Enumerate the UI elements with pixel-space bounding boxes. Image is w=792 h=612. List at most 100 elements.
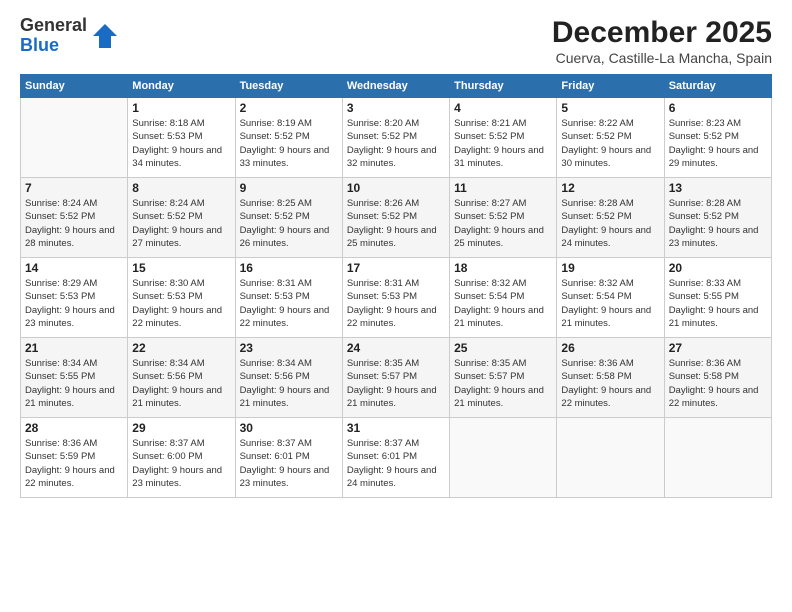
calendar-cell: 1Sunrise: 8:18 AMSunset: 5:53 PMDaylight…	[128, 98, 235, 178]
day-number: 12	[561, 181, 659, 195]
calendar-header-tuesday: Tuesday	[235, 75, 342, 98]
day-number: 9	[240, 181, 338, 195]
day-info: Sunrise: 8:28 AMSunset: 5:52 PMDaylight:…	[561, 197, 659, 250]
calendar-cell: 14 Sunrise: 8:29 AMSunset: 5:53 PMDayligh…	[21, 258, 128, 338]
day-number: 25	[454, 341, 552, 355]
calendar-cell: 27 Sunrise: 8:36 AMSunset: 5:58 PMDayligh…	[664, 338, 771, 418]
day-info: Sunrise: 8:36 AMSunset: 5:58 PMDaylight:…	[669, 357, 767, 410]
calendar-cell: 20 Sunrise: 8:33 AMSunset: 5:55 PMDayligh…	[664, 258, 771, 338]
day-number: 10	[347, 181, 445, 195]
calendar-cell	[664, 418, 771, 498]
day-number: 1	[132, 101, 230, 115]
calendar-cell: 16Sunrise: 8:31 AMSunset: 5:53 PMDayligh…	[235, 258, 342, 338]
day-number: 31	[347, 421, 445, 435]
day-number: 16	[240, 261, 338, 275]
calendar-header-thursday: Thursday	[450, 75, 557, 98]
day-info: Sunrise: 8:37 AMSunset: 6:01 PMDaylight:…	[240, 437, 338, 490]
calendar-cell: 3 Sunrise: 8:20 AMSunset: 5:52 PMDaylight…	[342, 98, 449, 178]
calendar-cell: 30 Sunrise: 8:37 AMSunset: 6:01 PMDayligh…	[235, 418, 342, 498]
day-info: Sunrise: 8:29 AMSunset: 5:53 PMDaylight:…	[25, 277, 123, 330]
day-info: Sunrise: 8:33 AMSunset: 5:55 PMDaylight:…	[669, 277, 767, 330]
day-info: Sunrise: 8:28 AMSunset: 5:52 PMDaylight:…	[669, 197, 767, 250]
day-info: Sunrise: 8:36 AMSunset: 5:58 PMDaylight:…	[561, 357, 659, 410]
calendar-week-row: 14 Sunrise: 8:29 AMSunset: 5:53 PMDayligh…	[21, 258, 772, 338]
day-info: Sunrise: 8:21 AMSunset: 5:52 PMDaylight:…	[454, 117, 552, 170]
day-number: 4	[454, 101, 552, 115]
day-info: Sunrise: 8:37 AMSunset: 6:01 PMDaylight:…	[347, 437, 445, 490]
day-number: 18	[454, 261, 552, 275]
day-info: Sunrise: 8:34 AMSunset: 5:56 PMDaylight:…	[240, 357, 338, 410]
calendar-week-row: 1Sunrise: 8:18 AMSunset: 5:53 PMDaylight…	[21, 98, 772, 178]
day-info: Sunrise: 8:35 AMSunset: 5:57 PMDaylight:…	[454, 357, 552, 410]
day-number: 2	[240, 101, 338, 115]
day-info: Sunrise: 8:31 AMSunset: 5:53 PMDaylight:…	[347, 277, 445, 330]
calendar-header-friday: Friday	[557, 75, 664, 98]
day-number: 30	[240, 421, 338, 435]
day-info: Sunrise: 8:25 AMSunset: 5:52 PMDaylight:…	[240, 197, 338, 250]
day-number: 5	[561, 101, 659, 115]
title-block: December 2025 Cuerva, Castille-La Mancha…	[552, 16, 772, 66]
logo-text: General Blue	[20, 16, 87, 56]
day-info: Sunrise: 8:35 AMSunset: 5:57 PMDaylight:…	[347, 357, 445, 410]
day-number: 27	[669, 341, 767, 355]
day-number: 24	[347, 341, 445, 355]
day-info: Sunrise: 8:22 AMSunset: 5:52 PMDaylight:…	[561, 117, 659, 170]
calendar-cell: 28 Sunrise: 8:36 AMSunset: 5:59 PMDayligh…	[21, 418, 128, 498]
day-number: 21	[25, 341, 123, 355]
calendar-cell: 22Sunrise: 8:34 AMSunset: 5:56 PMDayligh…	[128, 338, 235, 418]
day-number: 3	[347, 101, 445, 115]
logo: General Blue	[20, 16, 119, 56]
day-number: 15	[132, 261, 230, 275]
calendar-cell: 12 Sunrise: 8:28 AMSunset: 5:52 PMDayligh…	[557, 178, 664, 258]
calendar-cell: 6 Sunrise: 8:23 AMSunset: 5:52 PMDaylight…	[664, 98, 771, 178]
calendar-cell	[557, 418, 664, 498]
calendar-cell: 19 Sunrise: 8:32 AMSunset: 5:54 PMDayligh…	[557, 258, 664, 338]
calendar-table: SundayMondayTuesdayWednesdayThursdayFrid…	[20, 74, 772, 498]
day-info: Sunrise: 8:30 AMSunset: 5:53 PMDaylight:…	[132, 277, 230, 330]
calendar-cell: 24 Sunrise: 8:35 AMSunset: 5:57 PMDayligh…	[342, 338, 449, 418]
day-number: 29	[132, 421, 230, 435]
calendar-cell: 9 Sunrise: 8:25 AMSunset: 5:52 PMDaylight…	[235, 178, 342, 258]
day-info: Sunrise: 8:32 AMSunset: 5:54 PMDaylight:…	[454, 277, 552, 330]
calendar-cell	[21, 98, 128, 178]
day-info: Sunrise: 8:24 AMSunset: 5:52 PMDaylight:…	[132, 197, 230, 250]
day-info: Sunrise: 8:32 AMSunset: 5:54 PMDaylight:…	[561, 277, 659, 330]
calendar-cell: 18 Sunrise: 8:32 AMSunset: 5:54 PMDayligh…	[450, 258, 557, 338]
day-number: 22	[132, 341, 230, 355]
day-info: Sunrise: 8:37 AMSunset: 6:00 PMDaylight:…	[132, 437, 230, 490]
day-info: Sunrise: 8:19 AMSunset: 5:52 PMDaylight:…	[240, 117, 338, 170]
page: General Blue December 2025 Cuerva, Casti…	[0, 0, 792, 612]
logo-icon	[91, 22, 119, 50]
title-month: December 2025	[552, 16, 772, 50]
day-number: 6	[669, 101, 767, 115]
calendar-week-row: 21 Sunrise: 8:34 AMSunset: 5:55 PMDayligh…	[21, 338, 772, 418]
logo-general: General	[20, 16, 87, 36]
day-number: 14	[25, 261, 123, 275]
day-number: 11	[454, 181, 552, 195]
day-info: Sunrise: 8:36 AMSunset: 5:59 PMDaylight:…	[25, 437, 123, 490]
calendar-week-row: 28 Sunrise: 8:36 AMSunset: 5:59 PMDayligh…	[21, 418, 772, 498]
day-info: Sunrise: 8:34 AMSunset: 5:55 PMDaylight:…	[25, 357, 123, 410]
day-number: 7	[25, 181, 123, 195]
calendar-header-saturday: Saturday	[664, 75, 771, 98]
header: General Blue December 2025 Cuerva, Casti…	[20, 16, 772, 66]
day-info: Sunrise: 8:20 AMSunset: 5:52 PMDaylight:…	[347, 117, 445, 170]
calendar-week-row: 7 Sunrise: 8:24 AMSunset: 5:52 PMDaylight…	[21, 178, 772, 258]
day-info: Sunrise: 8:26 AMSunset: 5:52 PMDaylight:…	[347, 197, 445, 250]
day-info: Sunrise: 8:24 AMSunset: 5:52 PMDaylight:…	[25, 197, 123, 250]
day-info: Sunrise: 8:23 AMSunset: 5:52 PMDaylight:…	[669, 117, 767, 170]
calendar-cell: 29 Sunrise: 8:37 AMSunset: 6:00 PMDayligh…	[128, 418, 235, 498]
day-number: 26	[561, 341, 659, 355]
calendar-cell: 10 Sunrise: 8:26 AMSunset: 5:52 PMDayligh…	[342, 178, 449, 258]
day-number: 23	[240, 341, 338, 355]
day-number: 8	[132, 181, 230, 195]
day-number: 13	[669, 181, 767, 195]
calendar-cell: 15 Sunrise: 8:30 AMSunset: 5:53 PMDayligh…	[128, 258, 235, 338]
calendar-header-wednesday: Wednesday	[342, 75, 449, 98]
day-number: 19	[561, 261, 659, 275]
calendar-header-monday: Monday	[128, 75, 235, 98]
calendar-cell: 8 Sunrise: 8:24 AMSunset: 5:52 PMDaylight…	[128, 178, 235, 258]
day-number: 28	[25, 421, 123, 435]
calendar-cell: 4 Sunrise: 8:21 AMSunset: 5:52 PMDaylight…	[450, 98, 557, 178]
day-number: 20	[669, 261, 767, 275]
